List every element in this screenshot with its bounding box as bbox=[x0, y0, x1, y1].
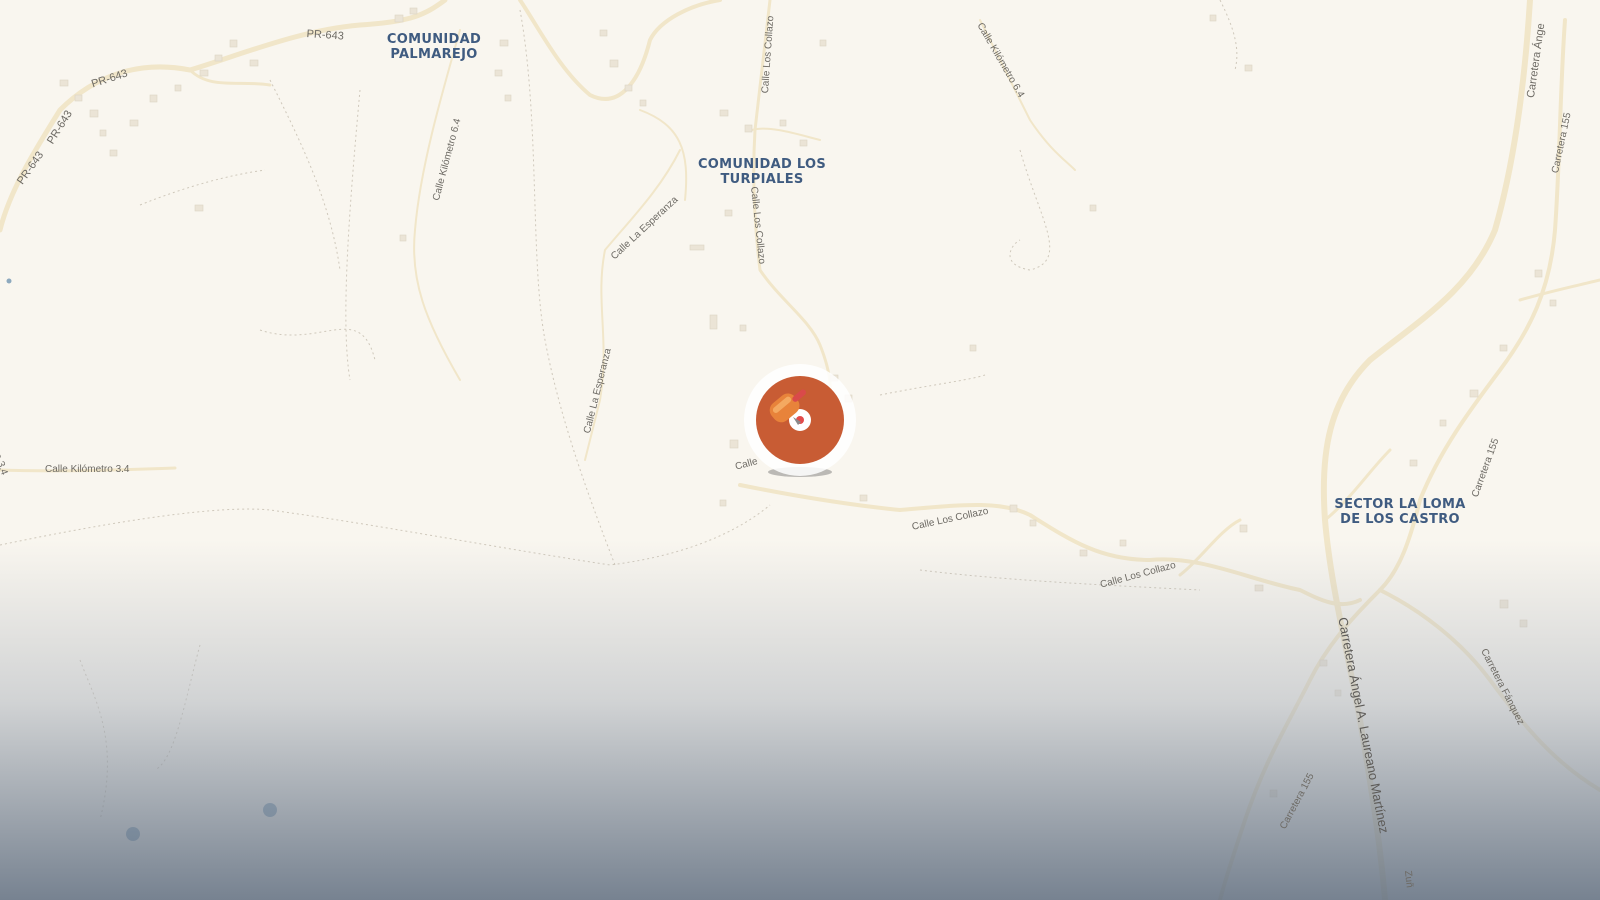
road-label-edge: Zuñ bbox=[1402, 870, 1415, 889]
bus-stop-pin-icon bbox=[769, 389, 806, 425]
place-label-loma-castro: SECTOR LA LOMA DE LOS CASTRO bbox=[1334, 497, 1466, 527]
road-label-pr643: PR-643 bbox=[306, 28, 345, 43]
place-label-palmarejo: COMUNIDAD PALMAREJO bbox=[386, 32, 482, 62]
place-label-turpiales: COMUNIDAD LOS TURPIALES bbox=[697, 157, 827, 187]
location-marker[interactable] bbox=[744, 364, 856, 477]
road-label-kilometro-3-4: Calle Kilómetro 3.4 bbox=[45, 464, 130, 475]
